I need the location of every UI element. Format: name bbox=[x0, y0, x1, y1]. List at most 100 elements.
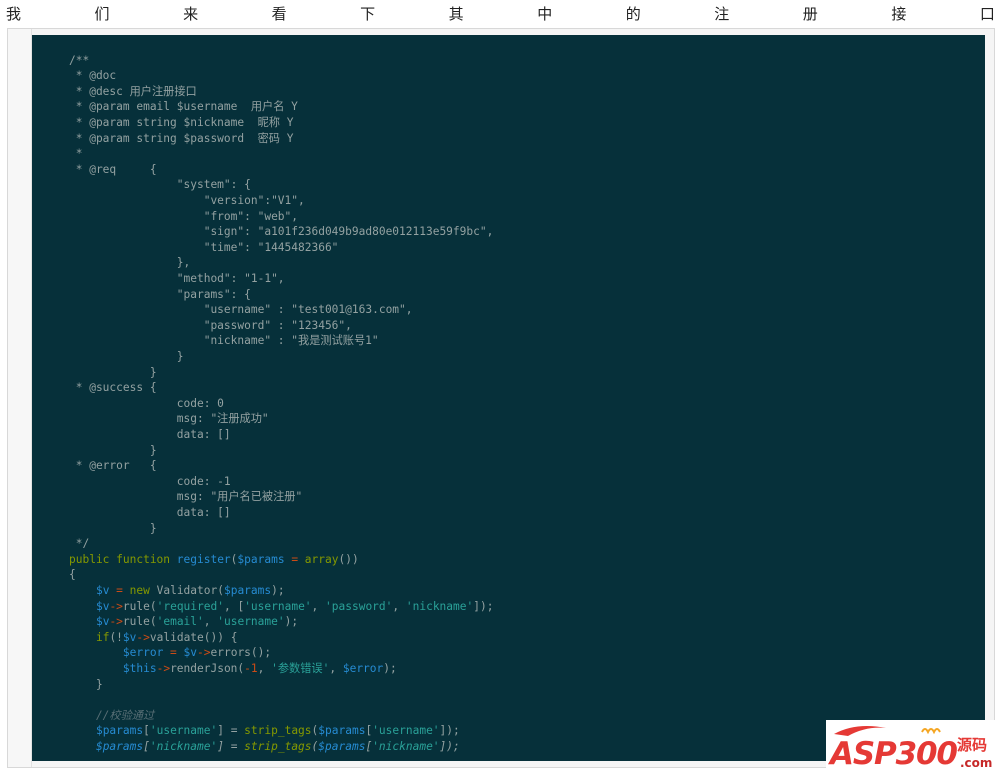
code-text: $params['username'] = strip_tags($params… bbox=[69, 723, 460, 739]
code-text: * @param string $password 密码 Y bbox=[69, 131, 294, 147]
code-token: $params bbox=[95, 740, 144, 753]
title-char: 其 bbox=[448, 4, 464, 23]
code-token: , bbox=[311, 599, 326, 613]
code-token: } bbox=[69, 521, 157, 535]
code-token: 'password' bbox=[325, 599, 393, 613]
code-text: * @param string $nickname 昵称 Y bbox=[69, 115, 294, 131]
code-token: msg: "用户名已被注册" bbox=[69, 490, 303, 504]
code-token: * @success { bbox=[69, 381, 157, 395]
code-token: * @param email $username 用户名 Y bbox=[69, 100, 298, 114]
code-token: new bbox=[129, 584, 150, 597]
code-token: strip_tags bbox=[244, 724, 312, 738]
code-token: data: [] bbox=[69, 428, 231, 441]
code-token: "from": "web", bbox=[69, 209, 299, 223]
code-text: data: [] bbox=[69, 427, 231, 443]
code-token: = bbox=[163, 646, 184, 660]
code-token: $params bbox=[95, 724, 144, 738]
code-text: "params": { bbox=[69, 287, 251, 303]
code-token: * @desc 用户注册接口 bbox=[69, 84, 197, 98]
code-text: { bbox=[69, 567, 76, 583]
code-token: ]); bbox=[439, 740, 460, 753]
code-text: data: [] bbox=[69, 505, 231, 521]
code-text: "method": "1-1", bbox=[69, 271, 285, 287]
code-token: { bbox=[69, 568, 76, 582]
code-text: code: 0 bbox=[69, 396, 224, 412]
code-token: "params": { bbox=[69, 287, 251, 301]
code-token: }, bbox=[69, 256, 191, 270]
code-token: , [ bbox=[223, 599, 245, 613]
code-token: register bbox=[176, 552, 231, 566]
code-text: "sign": "a101f236d049b9ad80e012113e59f9b… bbox=[69, 224, 494, 240]
code-token: Validator( bbox=[149, 584, 224, 597]
code-token: $v bbox=[95, 599, 110, 613]
code-token: $params bbox=[318, 740, 366, 753]
code-token: '参数错误' bbox=[271, 662, 330, 675]
code-text: "nickname" : "我是测试账号1" bbox=[69, 333, 379, 349]
code-token: rule( bbox=[122, 615, 157, 629]
code-text: } bbox=[69, 521, 157, 537]
code-text: $v->rule('required', ['username', 'passw… bbox=[69, 599, 494, 615]
code-token: [ bbox=[143, 724, 150, 738]
code-token: * @doc bbox=[69, 69, 117, 83]
code-token: , bbox=[203, 615, 218, 629]
code-token: $error bbox=[122, 646, 164, 660]
code-token: * @param string $password 密码 Y bbox=[69, 131, 294, 145]
title-char: 册 bbox=[802, 4, 818, 23]
code-token: "username" : "test001@163.com", bbox=[69, 303, 413, 317]
code-token: errors(); bbox=[210, 646, 272, 660]
code-token: , bbox=[257, 662, 272, 675]
code-token: rule( bbox=[122, 599, 157, 613]
code-token: renderJson( bbox=[170, 662, 245, 675]
code-text: * @param email $username 用户名 Y bbox=[69, 99, 298, 115]
code-text: msg: "用户名已被注册" bbox=[69, 489, 302, 505]
code-token: $this bbox=[122, 662, 157, 675]
title-char: 注 bbox=[714, 4, 730, 23]
code-token: data: [] bbox=[69, 506, 231, 519]
code-text: * @error { bbox=[69, 458, 157, 474]
code-token: "version":"V1", bbox=[69, 194, 305, 207]
code-token: } bbox=[69, 677, 103, 691]
code-token: code: -1 bbox=[69, 474, 231, 488]
code-text: msg: "注册成功" bbox=[69, 411, 269, 427]
code-text: * @desc 用户注册接口 bbox=[69, 84, 197, 100]
code-token: 'username' bbox=[372, 724, 440, 738]
code-token: $params bbox=[237, 552, 285, 566]
code-text: $error = $v->errors(); bbox=[69, 645, 271, 661]
code-token: 'username' bbox=[244, 599, 312, 613]
code-token: $params bbox=[223, 584, 272, 597]
title-char: 接 bbox=[891, 4, 907, 23]
code-text: $this->renderJson(-1, '参数错误', $error); bbox=[69, 661, 397, 677]
code-token: */ bbox=[69, 537, 90, 551]
code-token: ]); bbox=[439, 724, 460, 738]
code-token: 'nickname' bbox=[405, 599, 474, 613]
code-text: }, bbox=[69, 255, 190, 271]
code-token: $error bbox=[342, 662, 384, 675]
code-text: /** bbox=[69, 53, 89, 69]
page-title: 我们来看下其中的注册接口 bbox=[0, 0, 1001, 26]
code-token: 'username' bbox=[149, 724, 218, 738]
code-token: 'required' bbox=[156, 599, 224, 613]
code-token: $params bbox=[318, 724, 366, 738]
code-text: $params['nickname'] = strip_tags($params… bbox=[69, 739, 460, 755]
code-token: , bbox=[329, 662, 343, 675]
code-text: * @req { bbox=[69, 162, 157, 178]
code-text: "system": { bbox=[69, 177, 251, 193]
code-token: public function bbox=[69, 552, 177, 566]
code-content: 34/**5 * @doc6 * @desc 用户注册接口7 * @param … bbox=[32, 35, 985, 761]
title-char: 们 bbox=[94, 4, 110, 23]
asp300-logo-icon: ASP300 源码 .com bbox=[827, 726, 992, 772]
title-char: 中 bbox=[537, 4, 553, 23]
code-token: ); bbox=[271, 584, 285, 597]
code-token: "nickname" : "我是测试账号1" bbox=[69, 334, 379, 348]
code-token: = bbox=[109, 584, 130, 597]
code-token: -> bbox=[197, 646, 211, 660]
code-text: "password" : "123456", bbox=[69, 318, 352, 334]
code-text: if(!$v->validate()) { bbox=[69, 630, 238, 646]
code-token: $v bbox=[95, 584, 110, 597]
title-char: 我 bbox=[6, 4, 22, 23]
